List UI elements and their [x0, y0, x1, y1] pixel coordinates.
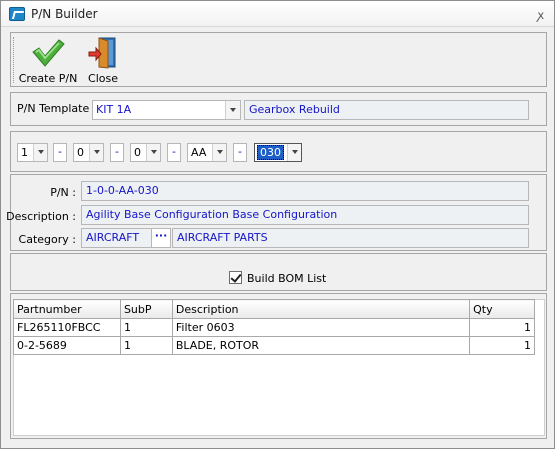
pn-label: P/N : [50, 186, 76, 199]
template-select[interactable]: KIT 1A [92, 100, 241, 120]
pn-field[interactable]: 1-0-0-AA-030 [81, 181, 529, 201]
pn-info-panel: P/N : 1-0-0-AA-030 Description : Agility… [6, 174, 547, 251]
cell-qty[interactable]: 1 [469, 318, 535, 337]
column-header-subp[interactable]: SubP [119, 299, 173, 319]
title-bar: P/N Builder ꭗ [1, 1, 554, 27]
category-label: Category : [18, 233, 76, 246]
bom-grid: Partnumber SubP Description Qty FL265110… [13, 299, 535, 355]
chevron-down-icon[interactable] [89, 144, 103, 161]
toolbar: Create P/N Close [10, 32, 547, 87]
segment-3-value: 0 [134, 146, 141, 159]
segment-separator: - [233, 143, 247, 162]
cell-description[interactable]: Filter 0603 [171, 318, 471, 337]
chevron-down-icon[interactable] [33, 144, 47, 161]
cell-subp[interactable]: 1 [119, 336, 173, 355]
template-label: P/N Template : [17, 102, 97, 115]
bom-panel: Build BOM List [10, 253, 547, 291]
grid-header-row: Partnumber SubP Description Qty [13, 299, 535, 319]
column-header-description[interactable]: Description [171, 299, 471, 319]
cell-qty[interactable]: 1 [469, 336, 535, 355]
window-close-icon[interactable]: ꭗ [538, 6, 544, 23]
cell-description[interactable]: BLADE, ROTOR [171, 336, 471, 355]
segment-separator: - [167, 143, 181, 162]
create-pn-label: Create P/N [18, 72, 78, 85]
segment-separator: - [53, 143, 67, 162]
template-description-field[interactable]: Gearbox Rebuild [244, 100, 529, 120]
segment-2-select[interactable]: 0 [73, 143, 104, 162]
category-browse-button[interactable]: ··· [151, 228, 171, 248]
description-label: Description : [6, 210, 76, 223]
segment-5-value: 030 [257, 145, 284, 160]
segment-3-select[interactable]: 0 [130, 143, 161, 162]
pn-builder-window: P/N Builder ꭗ Create P/N Close P/N Templ… [0, 0, 555, 449]
green-checkmark-icon [32, 39, 65, 67]
chevron-down-icon[interactable] [212, 144, 226, 161]
table-row[interactable]: FL265110FBCC 1 Filter 0603 1 [13, 318, 535, 337]
create-pn-button[interactable]: Create P/N [17, 35, 79, 85]
table-row[interactable]: 0-2-5689 1 BLADE, ROTOR 1 [13, 336, 535, 355]
pn-builder-app-icon [9, 7, 25, 21]
segment-2-value: 0 [77, 146, 84, 159]
template-panel: P/N Template : KIT 1A Gearbox Rebuild [10, 92, 547, 126]
category-code-field[interactable]: AIRCRAFT [81, 228, 152, 248]
chevron-down-icon[interactable] [146, 144, 160, 161]
description-field[interactable]: Agility Base Configuration Base Configur… [81, 205, 529, 225]
column-header-qty[interactable]: Qty [469, 299, 535, 319]
chevron-down-icon[interactable] [225, 101, 240, 119]
chevron-down-icon[interactable] [287, 144, 301, 161]
bom-grid-panel: Partnumber SubP Description Qty FL265110… [10, 293, 547, 439]
cell-partnumber[interactable]: FL265110FBCC [13, 318, 121, 337]
template-value: KIT 1A [96, 103, 132, 116]
segment-5-select[interactable]: 030 [254, 143, 302, 162]
segment-panel: 1 - 0 - 0 - AA - 030 [10, 131, 547, 172]
cell-subp[interactable]: 1 [119, 318, 173, 337]
segment-4-select[interactable]: AA [187, 143, 227, 162]
segment-1-value: 1 [21, 146, 28, 159]
close-label: Close [88, 72, 118, 85]
segment-4-value: AA [191, 146, 207, 159]
close-button[interactable]: Close [83, 35, 123, 85]
segment-separator: - [110, 143, 124, 162]
toolbar-grip[interactable] [13, 37, 16, 83]
build-bom-label[interactable]: Build BOM List [247, 272, 326, 285]
cell-partnumber[interactable]: 0-2-5689 [13, 336, 121, 355]
build-bom-checkbox[interactable] [229, 271, 242, 284]
column-header-partnumber[interactable]: Partnumber [13, 299, 121, 319]
window-title: P/N Builder [31, 7, 98, 21]
category-name-field[interactable]: AIRCRAFT PARTS [172, 228, 529, 248]
exit-door-icon [88, 37, 116, 69]
segment-1-select[interactable]: 1 [17, 143, 48, 162]
